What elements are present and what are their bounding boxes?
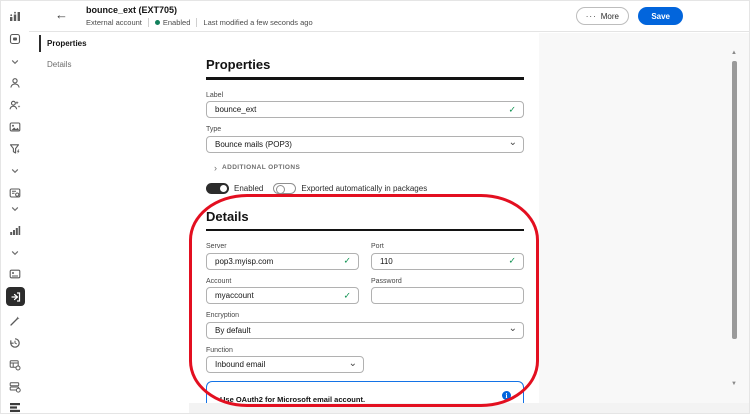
function-select[interactable]: Inbound email ⌄ (206, 356, 364, 373)
package-icon[interactable] (6, 409, 24, 414)
encryption-field-label: Encryption (206, 312, 524, 319)
enabled-toggle-label: Enabled (234, 184, 263, 193)
function-field-label: Function (206, 347, 524, 354)
wand-icon[interactable] (6, 312, 24, 330)
section-rule (206, 229, 524, 232)
scrollbar-up-icon[interactable]: ▲ (731, 50, 737, 56)
card-icon[interactable] (6, 265, 24, 283)
page-title: bounce_ext (EXT705) (86, 5, 177, 15)
type-field-label: Type (206, 126, 524, 133)
signal-bars-icon[interactable] (6, 221, 24, 239)
exported-toggle[interactable] (273, 183, 296, 194)
chevron-down-icon[interactable] (6, 244, 24, 262)
last-modified-text: Last modified a few seconds ago (203, 18, 312, 27)
left-icon-rail (1, 1, 29, 414)
valid-check-icon: ✓ (508, 256, 516, 267)
valid-check-icon: ✓ (343, 256, 351, 267)
account-type-label: External account (86, 18, 142, 27)
header-meta: External account Enabled Last modified a… (86, 18, 313, 27)
page-header: ← bounce_ext (EXT705) External account E… (29, 1, 750, 32)
info-icon[interactable]: i (502, 391, 511, 400)
external-account-page: ← bounce_ext (EXT705) External account E… (0, 0, 750, 414)
server-field-input[interactable]: pop3.myisp.com ✓ (206, 253, 359, 270)
person-icon[interactable] (6, 74, 24, 92)
sandbox-badge-icon[interactable] (6, 30, 24, 48)
port-field-label: Port (371, 243, 524, 250)
section-nav: Properties Details (29, 33, 189, 75)
properties-heading: Properties (206, 57, 524, 72)
label-field-label: Label (206, 92, 524, 99)
bar-chart-icon[interactable] (6, 7, 24, 25)
account-field-label: Account (206, 278, 359, 285)
history-icon[interactable] (6, 334, 24, 352)
valid-check-icon: ✓ (343, 290, 351, 301)
server-field-label: Server (206, 243, 359, 250)
status-badge: Enabled (155, 18, 191, 27)
chevron-down-icon[interactable] (6, 162, 24, 180)
audiences-icon[interactable] (6, 96, 24, 114)
scrollbar-down-icon[interactable]: ▼ (731, 381, 737, 387)
divider (148, 18, 149, 27)
filter-bolt-icon[interactable] (6, 140, 24, 158)
toggles-row: Enabled Exported automatically in packag… (206, 183, 524, 194)
port-field-input[interactable]: 110 ✓ (371, 253, 524, 270)
form-column: Properties Label bounce_ext ✓ Type Bounc… (206, 33, 524, 414)
content-cutoff (189, 403, 750, 414)
server-gear-icon[interactable] (6, 378, 24, 396)
chevron-right-icon: › (214, 163, 217, 173)
scrollbar-thumb[interactable] (732, 61, 737, 339)
media-icon[interactable] (6, 118, 24, 136)
encryption-select[interactable]: By default ⌄ (206, 322, 524, 339)
status-dot-icon (155, 20, 160, 25)
save-button[interactable]: Save (638, 7, 683, 25)
chevron-down-icon[interactable] (6, 53, 24, 71)
back-arrow-icon[interactable]: ← (55, 8, 68, 21)
divider (196, 18, 197, 27)
password-field-input[interactable] (371, 287, 524, 304)
page-background (539, 33, 750, 414)
additional-options-toggle[interactable]: › ADDITIONAL OPTIONS (214, 163, 524, 173)
chevron-down-icon[interactable] (6, 200, 24, 218)
details-heading: Details (206, 209, 524, 224)
table-gear-icon[interactable] (6, 356, 24, 374)
external-accounts-icon[interactable] (6, 287, 25, 306)
account-field-input[interactable]: myaccount ✓ (206, 287, 359, 304)
valid-check-icon: ✓ (508, 104, 516, 115)
subnav-item-details[interactable]: Details (29, 54, 189, 75)
password-field-label: Password (371, 278, 524, 285)
subnav-item-properties[interactable]: Properties (29, 33, 189, 54)
more-button[interactable]: ··· More (576, 7, 629, 25)
more-dots-icon: ··· (586, 12, 597, 21)
section-rule (206, 77, 524, 80)
type-select[interactable]: Bounce mails (POP3) ⌄ (206, 136, 524, 153)
enabled-toggle[interactable] (206, 183, 229, 194)
exported-toggle-label: Exported automatically in packages (301, 184, 427, 193)
label-field-input[interactable]: bounce_ext ✓ (206, 101, 524, 118)
